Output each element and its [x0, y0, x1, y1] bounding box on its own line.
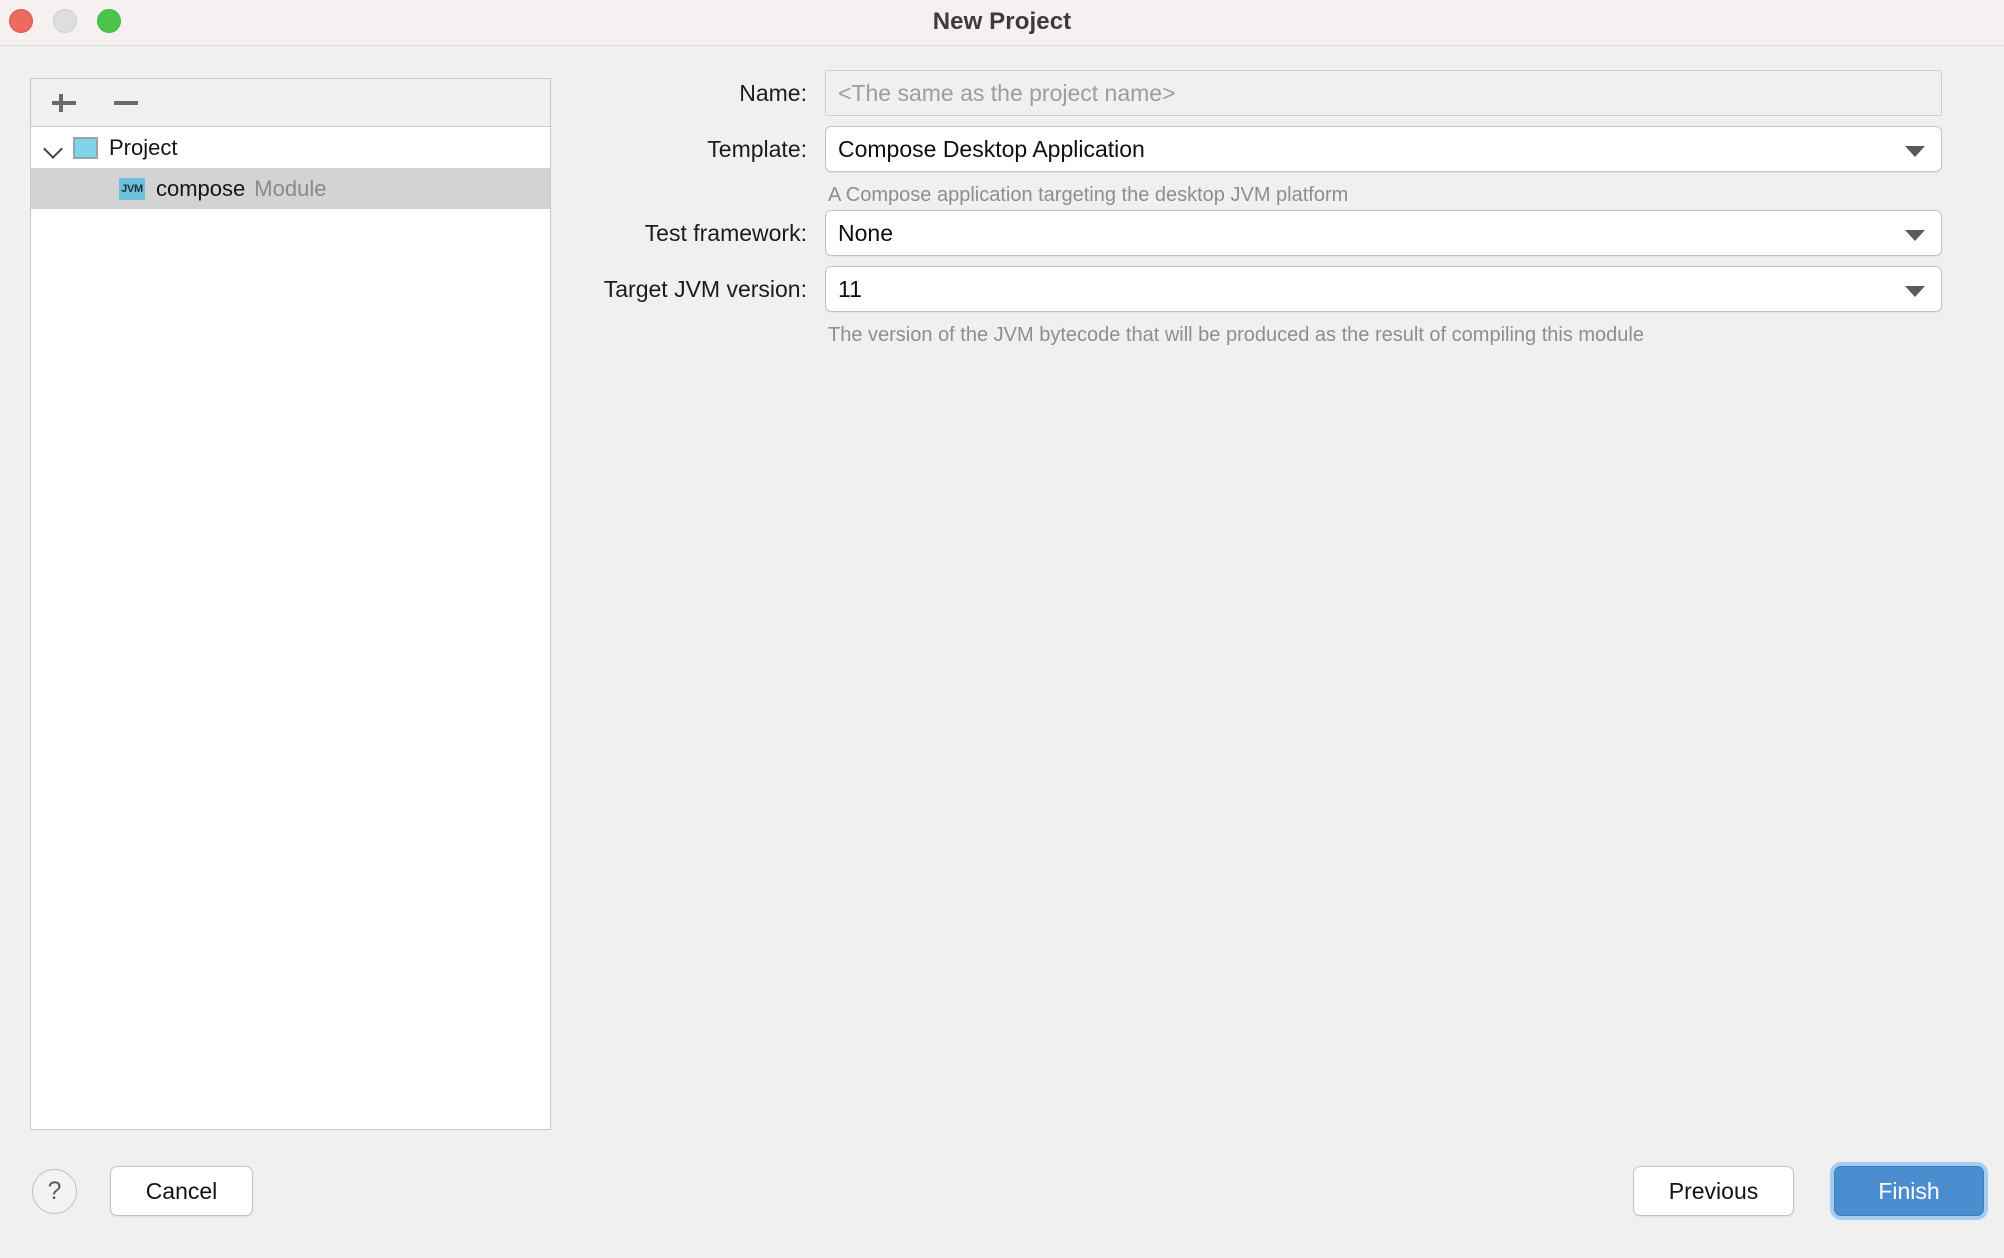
tree-node-project[interactable]: Project — [31, 127, 550, 168]
tree-toolbar — [31, 79, 550, 127]
name-row: Name: <The same as the project name> — [560, 70, 1970, 116]
template-field-wrap: Compose Desktop Application A Compose ap… — [825, 126, 1952, 207]
previous-button[interactable]: Previous — [1633, 1166, 1794, 1216]
target-jvm-hint: The version of the JVM bytecode that wil… — [828, 324, 1644, 346]
help-button[interactable]: ? — [32, 1169, 77, 1214]
module-tree-panel: Project JVM compose Module — [30, 78, 551, 1130]
test-framework-select-value: None — [838, 220, 893, 246]
tree-node-compose-type: Module — [254, 175, 327, 201]
tree-node-compose[interactable]: JVM compose Module — [31, 168, 550, 209]
name-label: Name: — [739, 80, 807, 106]
tree-body: Project JVM compose Module — [31, 127, 550, 1129]
template-label: Template: — [707, 136, 807, 162]
test-framework-label: Test framework: — [644, 220, 807, 246]
minus-icon — [114, 100, 138, 105]
plus-icon-vertical — [59, 93, 63, 112]
target-jvm-select[interactable]: 11 — [825, 266, 1942, 312]
chevron-down-icon[interactable] — [41, 135, 67, 161]
chevron-down-icon — [1905, 146, 1925, 157]
template-select[interactable]: Compose Desktop Application — [825, 126, 1942, 172]
jvm-icon: JVM — [119, 177, 145, 200]
target-jvm-select-value: 11 — [838, 276, 862, 302]
chevron-down-icon — [1905, 230, 1925, 241]
template-row: Template: Compose Desktop Application A … — [560, 126, 1970, 207]
remove-module-button[interactable] — [111, 88, 141, 118]
target-jvm-row: Target JVM version: 11 The version of th… — [560, 266, 1970, 347]
tree-node-project-label: Project — [109, 134, 178, 160]
target-jvm-label: Target JVM version: — [603, 276, 807, 302]
finish-button[interactable]: Finish — [1834, 1166, 1984, 1216]
test-framework-row: Test framework: None — [560, 210, 1970, 256]
window-title: New Project — [932, 8, 1072, 35]
name-input[interactable]: <The same as the project name> — [825, 70, 1942, 116]
tree-node-compose-label: compose — [156, 175, 246, 201]
cancel-button[interactable]: Cancel — [110, 1166, 253, 1216]
template-hint: A Compose application targeting the desk… — [828, 184, 1349, 206]
add-module-button[interactable] — [49, 88, 79, 118]
test-framework-field-wrap: None — [825, 210, 1952, 256]
plus-icon — [52, 100, 76, 105]
name-field-wrap: <The same as the project name> — [825, 70, 1952, 116]
test-framework-select[interactable]: None — [825, 210, 1942, 256]
project-icon — [73, 136, 98, 159]
chevron-down-icon — [1905, 286, 1925, 297]
title-bar: New Project — [0, 0, 2004, 46]
template-select-value: Compose Desktop Application — [838, 136, 1145, 162]
target-jvm-field-wrap: 11 The version of the JVM bytecode that … — [825, 266, 1952, 347]
